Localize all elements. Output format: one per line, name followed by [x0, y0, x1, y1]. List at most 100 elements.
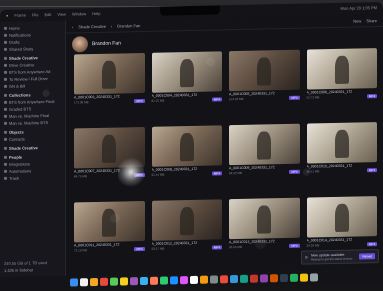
sidebar-item[interactable]: Collections: [4, 92, 61, 98]
sidebar-item[interactable]: Integrations: [4, 161, 61, 167]
dock-app-icon[interactable]: [169, 275, 178, 284]
dock-app-icon[interactable]: [179, 275, 188, 284]
reload-button[interactable]: Reload: [359, 253, 375, 260]
asset-thumbnail[interactable]: [151, 199, 222, 241]
dock-app-icon[interactable]: [119, 276, 128, 285]
menu-edit[interactable]: Edit: [44, 12, 51, 17]
new-button[interactable]: New: [353, 18, 361, 23]
asset-type-badge: MP4: [366, 242, 377, 247]
sidebar-item[interactable]: Contacts: [4, 136, 61, 142]
asset-card[interactable]: A_0001C008_20240331_172 91.44 MB MP4: [151, 125, 222, 195]
breadcrumb-folder[interactable]: Brandon Fan: [117, 23, 140, 28]
dock-app-icon[interactable]: [89, 277, 98, 286]
avatar[interactable]: [72, 36, 88, 53]
asset-card[interactable]: A_0001C010_20240331_172 48.51 MB MP4: [306, 122, 377, 192]
asset-meta: 95.60 MB MP4: [229, 243, 300, 249]
asset-card[interactable]: A_0001C003_20240331_172 173.08 MB MP4: [74, 52, 145, 123]
sidebar-item[interactable]: To Review / Full Drive: [4, 76, 61, 82]
sidebar-item[interactable]: BTS from Anywhere Final: [4, 99, 61, 105]
asset-card[interactable]: A_0001C013_20240331_172 95.60 MB MP4: [229, 197, 300, 268]
menu-view[interactable]: View: [57, 12, 66, 17]
apple-icon[interactable]: ●: [6, 13, 8, 18]
sidebar-item[interactable]: Shared Shots: [4, 46, 61, 52]
folder-icon: [4, 121, 7, 125]
asset-size: 39.28 MB: [306, 243, 320, 248]
dock-app-icon[interactable]: [299, 273, 308, 282]
dock-app-icon[interactable]: [129, 276, 138, 285]
asset-thumbnail[interactable]: [229, 197, 300, 240]
menubar-clock[interactable]: Mon Apr 29 1:05 PM: [341, 5, 377, 11]
thumbnail-subject: [334, 129, 349, 159]
sidebar-item-label: Man vs. Machine BTS: [9, 119, 49, 126]
folder-icon: [4, 47, 7, 51]
menubar-app-name[interactable]: Frame: [14, 12, 26, 17]
dock-app-icon[interactable]: [229, 274, 238, 283]
folder-icon: [4, 130, 7, 134]
dock-app-icon[interactable]: [159, 275, 168, 285]
dock-app-icon[interactable]: [259, 273, 268, 283]
sidebar-item[interactable]: Notifications: [4, 32, 61, 38]
sidebar-item[interactable]: Automations: [4, 168, 61, 174]
sidebar-item[interactable]: Home: [4, 25, 61, 31]
back-icon[interactable]: ‹: [72, 24, 73, 29]
sidebar-item-label: Drive Creative: [9, 62, 35, 68]
dock-app-icon[interactable]: [99, 277, 108, 286]
sidebar-item[interactable]: People: [4, 154, 61, 160]
share-button[interactable]: Share: [366, 18, 377, 23]
asset-type-badge: MP4: [134, 246, 145, 252]
sidebar-item[interactable]: Objects: [4, 129, 61, 135]
dock-app-icon[interactable]: [149, 276, 158, 285]
asset-card[interactable]: A_0001C005_20240331_172 104.18 MB MP4: [229, 49, 300, 120]
asset-thumbnail[interactable]: [151, 125, 222, 167]
dock-app-icon[interactable]: [279, 273, 288, 282]
breadcrumb-workspace[interactable]: Shade Creative: [78, 23, 106, 29]
dock-app-icon[interactable]: [289, 273, 298, 282]
asset-thumbnail[interactable]: [74, 200, 145, 243]
asset-card[interactable]: A_0001C011_20240331_172 73.19 MB MP4: [74, 200, 145, 271]
dock-app-icon[interactable]: [239, 274, 248, 283]
asset-card[interactable]: A_0001C009_20240331_172 66.02 MB MP4: [229, 123, 300, 194]
dock-app-icon[interactable]: [139, 276, 148, 285]
sidebar-item[interactable]: Shade Creative: [4, 145, 61, 151]
dock-app-icon[interactable]: [249, 274, 258, 283]
asset-size: 66.02 MB: [229, 170, 242, 176]
dock-app-icon[interactable]: [219, 274, 228, 283]
dock-app-icon[interactable]: [269, 273, 278, 282]
main-panel: ‹ Shade Creative › Brandon Fan New Share…: [66, 13, 383, 276]
sidebar-item[interactable]: BTS from Anywhere Ad: [4, 69, 61, 75]
asset-thumbnail[interactable]: [229, 49, 300, 92]
sidebar-item[interactable]: Trash: [4, 175, 61, 181]
asset-size: 52.73 MB: [306, 95, 320, 100]
asset-card[interactable]: A_0001C004_20240331_172 81.25 MB MP4: [151, 51, 222, 121]
sidebar-item[interactable]: Drive Creative: [4, 62, 61, 68]
asset-card[interactable]: A_0001C006_20240331_172 52.73 MB MP4: [306, 48, 377, 118]
asset-card[interactable]: A_0001C012_20240331_172 58.37 MB MP4: [151, 199, 222, 269]
asset-thumbnail[interactable]: [151, 51, 222, 93]
sidebar-item[interactable]: Shade Creative: [4, 55, 61, 61]
dock-app-icon[interactable]: [309, 272, 318, 282]
sidebar-item[interactable]: Man vs. Machine BTS: [4, 120, 61, 126]
asset-thumbnail[interactable]: [74, 52, 145, 95]
sidebar-item[interactable]: GN & Bill: [4, 83, 61, 89]
dock-app-icon[interactable]: [69, 277, 78, 287]
asset-type-badge: MP4: [366, 94, 377, 99]
dock-app-icon[interactable]: [79, 277, 88, 286]
asset-thumbnail[interactable]: [306, 196, 377, 238]
dock-app-icon[interactable]: [209, 274, 218, 284]
asset-thumbnail[interactable]: [306, 48, 377, 90]
asset-thumbnail[interactable]: [74, 126, 145, 169]
sidebar-item[interactable]: Man vs. Machine Final: [4, 113, 61, 119]
menu-help[interactable]: Help: [92, 11, 100, 16]
sidebar-item[interactable]: Graded BTS: [4, 106, 61, 112]
thumbnail-subject: [257, 131, 272, 160]
asset-thumbnail[interactable]: [306, 122, 377, 164]
menu-file[interactable]: File: [32, 12, 38, 17]
asset-card[interactable]: A_0001C007_20240331_172 84.75 MB MP4: [74, 126, 145, 197]
dock-app-icon[interactable]: [199, 275, 208, 284]
dock-app-icon[interactable]: [109, 277, 118, 286]
asset-thumbnail[interactable]: [229, 123, 300, 166]
folder-icon: [4, 137, 7, 141]
sidebar-item[interactable]: Drafts: [4, 39, 61, 45]
menu-window[interactable]: Window: [72, 11, 86, 16]
dock-app-icon[interactable]: [189, 275, 198, 284]
